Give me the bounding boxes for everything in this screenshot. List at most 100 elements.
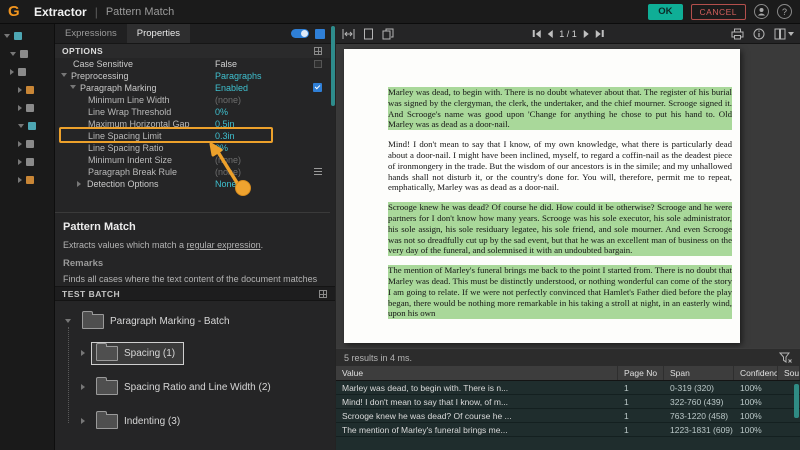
ok-button[interactable]: OK: [648, 3, 683, 20]
chevron-right-icon[interactable]: [81, 350, 85, 356]
result-row[interactable]: Scrooge knew he was dead? Of course he .…: [336, 409, 800, 423]
chevron-down-icon[interactable]: [65, 319, 71, 323]
toggle-switch-icon[interactable]: [291, 29, 309, 38]
property-value[interactable]: Paragraphs: [215, 70, 262, 82]
tree-node[interactable]: [18, 102, 34, 114]
batch-grid-icon[interactable]: [319, 290, 327, 298]
chevron-right-icon: [18, 105, 22, 111]
tree-node[interactable]: [18, 84, 34, 96]
first-page-button[interactable]: [532, 29, 541, 38]
column-header-page-no[interactable]: Page No: [618, 366, 664, 380]
print-icon[interactable]: [731, 28, 744, 40]
tab-properties[interactable]: Properties: [126, 24, 191, 43]
property-row-preprocessing[interactable]: Preprocessing Paragraphs: [55, 70, 330, 82]
property-row-paragraph-break-rule[interactable]: Paragraph Break Rule (none): [55, 166, 330, 178]
document-viewport[interactable]: Marley was dead, to begin with. There is…: [336, 44, 800, 348]
tree-node[interactable]: [4, 30, 22, 42]
column-header-source[interactable]: Source: [778, 366, 800, 380]
node-icon: [26, 104, 34, 112]
menu-icon[interactable]: [314, 171, 322, 172]
checkbox-checked-icon[interactable]: [313, 83, 322, 92]
cancel-button[interactable]: CANCEL: [690, 3, 746, 20]
property-value[interactable]: False: [215, 58, 237, 70]
property-label: Line Spacing Ratio: [88, 143, 164, 153]
property-row-maximum-horizontal-gap[interactable]: Maximum Horizontal Gap 0.5in: [55, 118, 330, 130]
last-page-button[interactable]: [595, 29, 604, 38]
pages-icon[interactable]: [382, 28, 395, 40]
tree-node[interactable]: [18, 156, 34, 168]
results-status-text: 5 results in 4 ms.: [344, 352, 413, 363]
folder-icon: [96, 376, 118, 395]
result-source: [778, 423, 800, 436]
property-value[interactable]: 0.3in: [215, 130, 235, 142]
account-icon[interactable]: [754, 4, 769, 19]
chevron-right-icon[interactable]: [77, 181, 81, 187]
panel-badge-icon[interactable]: [315, 28, 325, 39]
info-icon[interactable]: [753, 28, 765, 40]
column-header-value[interactable]: Value: [336, 366, 618, 380]
property-row-minimum-line-width[interactable]: Minimum Line Width (none): [55, 94, 330, 106]
category-grid-icon[interactable]: [314, 47, 322, 55]
selected-tree-item[interactable]: Spacing (1): [91, 341, 185, 365]
tree-item-indenting[interactable]: Indenting (3): [81, 409, 189, 433]
clear-filter-icon[interactable]: [779, 352, 792, 364]
checkbox-unchecked-icon[interactable]: [314, 60, 322, 68]
chevron-down-icon[interactable]: [61, 73, 67, 77]
tab-expressions[interactable]: Expressions: [55, 24, 127, 43]
tree-item-label: Indenting (3): [124, 415, 181, 427]
result-value: The mention of Marley's funeral brings m…: [342, 425, 508, 435]
help-icon[interactable]: ?: [777, 4, 792, 19]
property-value[interactable]: (none): [215, 166, 241, 178]
column-header-span[interactable]: Span: [664, 366, 734, 380]
column-header-confidence[interactable]: Confidence: [734, 366, 778, 380]
property-row-line-spacing-limit[interactable]: Line Spacing Limit 0.3in: [55, 130, 330, 142]
tree-node[interactable]: [18, 138, 34, 150]
property-value[interactable]: None: [215, 178, 237, 190]
property-row-detection-options[interactable]: Detection Options None: [55, 178, 330, 190]
tree-item-batch-root[interactable]: Paragraph Marking - Batch: [65, 309, 239, 333]
result-row[interactable]: Marley was dead, to begin with. There is…: [336, 381, 800, 395]
options-header: OPTIONS: [55, 44, 330, 58]
next-page-button[interactable]: [583, 29, 589, 38]
property-value[interactable]: 0%: [215, 106, 228, 118]
property-value[interactable]: Enabled: [215, 82, 248, 94]
chevron-down-icon[interactable]: [70, 85, 76, 89]
results-table: Value Page No Span Confidence Source Mar…: [336, 366, 800, 450]
result-page: 1: [624, 383, 629, 393]
view-title: Pattern Match: [105, 5, 175, 18]
tree-node[interactable]: [18, 174, 34, 186]
layout-columns-icon[interactable]: [774, 28, 794, 40]
columns-glyph: [774, 28, 786, 39]
property-row-line-wrap-threshold[interactable]: Line Wrap Threshold 0%: [55, 106, 330, 118]
fit-width-icon[interactable]: [342, 28, 355, 40]
prev-page-button[interactable]: [547, 29, 553, 38]
property-row-paragraph-marking[interactable]: Paragraph Marking Enabled: [55, 82, 330, 94]
property-label: Case Sensitive: [73, 59, 134, 69]
property-row-case-sensitive[interactable]: Case Sensitive False: [55, 58, 330, 70]
chevron-right-icon[interactable]: [81, 418, 85, 424]
tree-node[interactable]: [10, 66, 26, 78]
panel-scrollbar[interactable]: [331, 26, 335, 106]
property-value[interactable]: (none): [215, 154, 241, 166]
regular-expression-link[interactable]: regular expression: [187, 240, 261, 250]
tree-node[interactable]: [10, 48, 28, 60]
property-label: Paragraph Marking: [80, 83, 157, 93]
property-value[interactable]: 0.5in: [215, 118, 235, 130]
property-value[interactable]: (none): [215, 94, 241, 106]
result-span: 322-760 (439): [670, 397, 724, 407]
result-row[interactable]: The mention of Marley's funeral brings m…: [336, 423, 800, 437]
property-label: Line Spacing Limit: [88, 131, 162, 141]
property-value[interactable]: 0%: [215, 142, 228, 154]
single-page-icon[interactable]: [363, 28, 374, 40]
result-row-partial: [336, 437, 800, 450]
property-row-line-spacing-ratio[interactable]: Line Spacing Ratio 0%: [55, 142, 330, 154]
chevron-right-icon[interactable]: [81, 384, 85, 390]
app-logo-icon: G: [8, 2, 20, 20]
document-paragraph: Mind! I don't mean to say that I know, o…: [388, 139, 732, 193]
table-scrollbar[interactable]: [794, 384, 799, 418]
tree-node[interactable]: [18, 120, 36, 132]
result-row[interactable]: Mind! I don't mean to say that I know, o…: [336, 395, 800, 409]
tree-item-spacing[interactable]: Spacing (1): [81, 341, 185, 365]
property-row-minimum-indent-size[interactable]: Minimum Indent Size (none): [55, 154, 330, 166]
tree-item-spacing-ratio[interactable]: Spacing Ratio and Line Width (2): [81, 375, 280, 399]
